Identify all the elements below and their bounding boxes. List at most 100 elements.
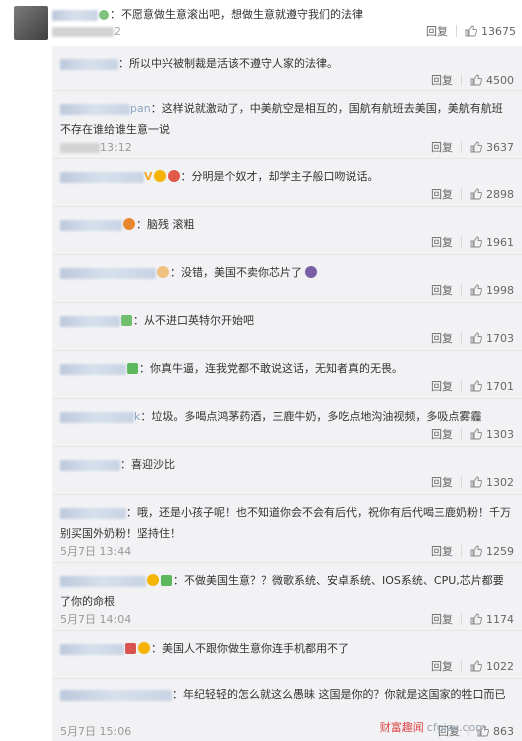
reply-button[interactable]: 回复 [431,284,453,297]
comment-thread: ：不愿意做生意滚出吧，想做生意就遵守我们的法律 2 回复 13675 ：所以中兴被… [0,0,522,741]
reply-button[interactable]: 回复 [431,660,453,673]
like-count: 2898 [486,188,514,201]
reply-text: 你真牛逼，连我党都不敢说这话，无知者真的无畏。 [150,362,403,375]
like-count: 13675 [481,25,516,38]
reply-body: V ：分明是个奴才，却学主子般口吻说话。 [60,166,512,187]
like-count: 1303 [486,428,514,441]
thumb-up-icon[interactable] [465,25,477,37]
reply-body: ：你真牛逼，连我党都不敢说这话，无知者真的无畏。 [60,358,512,379]
username-redacted[interactable] [60,171,144,183]
thumb-up-icon[interactable] [470,545,482,557]
reply-body: pan：这样说就激动了，中美航空是相互的，国航有航班去美国，美航有航班不存在谁给… [60,102,503,136]
like-count: 1703 [486,332,514,345]
thumb-up-icon[interactable] [470,476,482,488]
thumb-up-icon[interactable] [470,660,482,672]
reply-actions: 回复 1174 [431,613,514,627]
reply-body: ：哦，还是小孩子呢！也不知道你会不会有后代，祝你有后代喝三鹿奶粉！千万别买国外奶… [60,506,511,540]
divider [461,613,462,625]
red-badge-icon [125,643,136,654]
thumb-up-icon[interactable] [470,332,482,344]
reply-item: k：垃圾。多喝点鸿茅药酒，三鹿牛奶，多吃点地沟油视频，多吸点雾霾 回复 1303 [52,399,522,446]
divider [461,141,462,153]
reply-text: 所以中兴被制裁是活该不遵守人家的法律。 [129,57,338,70]
thumb-up-icon[interactable] [470,74,482,86]
like-count: 1022 [486,660,514,673]
thumb-up-icon[interactable] [470,284,482,296]
comment-actions: 回复 13675 [426,25,516,39]
divider [461,476,462,488]
reply-button[interactable]: 回复 [431,74,453,87]
reply-text: 年纪轻轻的怎么就这么愚昧 这国是你的？你就是这国家的牲口而已 [183,688,506,701]
username-redacted[interactable] [60,459,120,471]
reply-button[interactable]: 回复 [426,25,448,38]
reply-body: ：从不进口英特尔开始吧 [60,310,512,331]
heart-badge-icon [167,170,180,182]
reply-actions: 回复 1701 [431,380,514,394]
reply-button[interactable]: 回复 [431,545,453,558]
username-redacted[interactable] [60,103,130,115]
username-redacted[interactable] [52,9,98,21]
divider [461,660,462,672]
like-count: 1701 [486,380,514,393]
reply-actions: 回复 1302 [431,476,514,490]
divider [461,74,462,86]
username-redacted[interactable] [60,58,118,70]
reply-button[interactable]: 回复 [431,332,453,345]
replies-panel: ：所以中兴被制裁是活该不遵守人家的法律。 回复 4500 pan：这样说就激动了，… [52,46,522,741]
reply-body: ：年纪轻轻的怎么就这么愚昧 这国是你的？你就是这国家的牲口而已 [60,684,512,705]
like-count: 863 [493,725,514,738]
username-redacted[interactable] [60,315,120,327]
thumb-up-icon[interactable] [470,428,482,440]
avatar[interactable] [14,6,48,40]
emoji-badge-icon [147,574,159,586]
like-count: 1302 [486,476,514,489]
reply-actions: 回复 1259 [431,545,514,559]
username-redacted[interactable] [60,689,172,701]
reply-button[interactable]: 回复 [431,141,453,154]
divider [461,332,462,344]
username-redacted[interactable] [60,411,134,423]
reply-text: 从不进口英特尔开始吧 [144,314,254,327]
reply-button[interactable]: 回复 [431,236,453,249]
reply-button[interactable]: 回复 [431,380,453,393]
reply-item: ：从不进口英特尔开始吧 回复 1703 [52,303,522,350]
comment-time: 2 [52,25,121,39]
username-redacted[interactable] [60,219,122,231]
reply-time: 5月7日 13:44 [60,545,132,558]
like-count: 3637 [486,141,514,154]
reply-item: ：所以中兴被制裁是活该不遵守人家的法律。 回复 4500 [52,46,522,90]
username-redacted[interactable] [60,507,126,519]
green-badge-icon [121,315,132,326]
reply-text: 没错，美国不卖你芯片了 [181,266,302,279]
thumb-up-icon[interactable] [470,141,482,153]
reply-button[interactable]: 回复 [431,613,453,626]
reply-body: k：垃圾。多喝点鸿茅药酒，三鹿牛奶，多吃点地沟油视频，多吸点雾霾 [60,406,512,427]
thumb-up-icon[interactable] [470,188,482,200]
reply-button[interactable]: 回复 [431,428,453,441]
emoji-badge-icon [157,266,169,278]
like-count: 1174 [486,613,514,626]
reply-item: ：你真牛逼，连我党都不敢说这话，无知者真的无畏。 回复 1701 [52,351,522,398]
reply-time: 13:12 [60,141,132,155]
username-redacted[interactable] [60,363,126,375]
comment-body: ：不愿意做生意滚出吧，想做生意就遵守我们的法律 [52,7,363,23]
thumb-up-icon[interactable] [470,380,482,392]
username-redacted[interactable] [60,575,146,587]
reply-body: ：喜迎沙比 [60,454,512,475]
reply-actions: 回复 4500 [431,74,514,88]
reply-item: ：喜迎沙比 回复 1302 [52,447,522,494]
reply-button[interactable]: 回复 [431,476,453,489]
username-redacted[interactable] [60,643,124,655]
reply-time: 5月7日 14:04 [60,613,132,626]
username-redacted[interactable] [60,267,156,279]
reply-item: V ：分明是个奴才，却学主子般口吻说话。 回复 2898 [52,159,522,206]
watermark: 财富趣闻 cfgjzx.com [379,721,486,734]
emoji-badge-icon [138,642,150,654]
reply-text: 分明是个奴才，却学主子般口吻说话。 [191,170,379,183]
reply-button[interactable]: 回复 [431,188,453,201]
thumb-up-icon[interactable] [470,613,482,625]
reply-actions: 回复 1022 [431,660,514,674]
time-redacted [60,143,100,153]
reply-time: 5月7日 15:06 [60,725,132,738]
thumb-up-icon[interactable] [470,236,482,248]
